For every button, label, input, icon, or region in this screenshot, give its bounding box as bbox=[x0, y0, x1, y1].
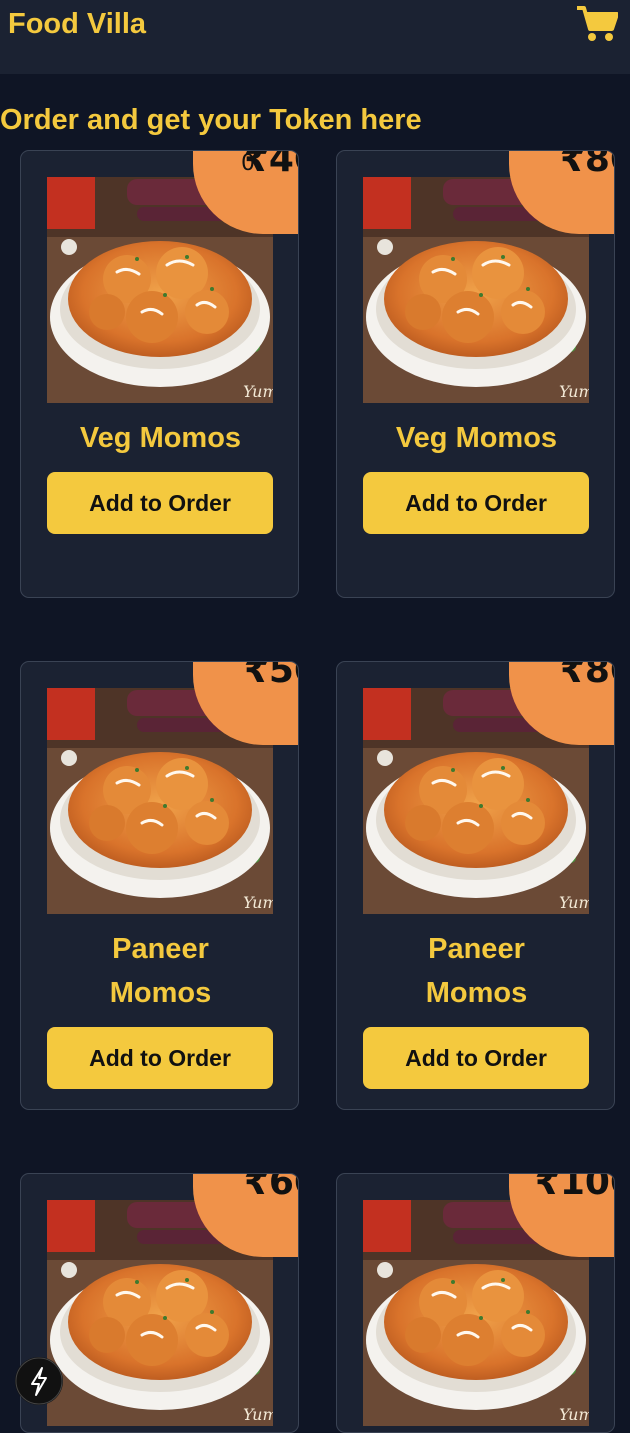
app-header: Food Villa bbox=[0, 0, 630, 74]
svg-text:Yum: Yum bbox=[559, 1405, 589, 1424]
price-label: ₹80 bbox=[559, 661, 614, 691]
item-name: Paneer Momos bbox=[109, 933, 212, 1009]
svg-text:Yum: Yum bbox=[559, 893, 589, 912]
page-headline: Order and get your Token here bbox=[0, 104, 422, 136]
item-name: Veg Momos bbox=[395, 422, 558, 454]
menu-card: Yum ₹50 Paneer Momos Add to Order bbox=[20, 661, 299, 1110]
svg-text:Yum: Yum bbox=[243, 1405, 273, 1424]
brand-title: Food Villa bbox=[8, 8, 147, 40]
svg-text:Yum: Yum bbox=[243, 893, 273, 912]
stray-mark: 0 bbox=[241, 151, 255, 176]
lightning-icon[interactable] bbox=[15, 1357, 63, 1405]
add-to-order-button[interactable]: Add to Order bbox=[47, 472, 273, 534]
price-label: ₹50 bbox=[243, 661, 298, 691]
cart-icon[interactable] bbox=[576, 5, 619, 43]
svg-text:Yum: Yum bbox=[559, 382, 589, 401]
add-to-order-button[interactable]: Add to Order bbox=[47, 1027, 273, 1089]
menu-card: Yum ₹80 Veg Momos Add to Order bbox=[336, 150, 615, 598]
price-label: ₹60 bbox=[243, 1173, 298, 1203]
item-name: Veg Momos bbox=[79, 422, 242, 454]
add-to-order-button[interactable]: Add to Order bbox=[363, 1027, 589, 1089]
svg-text:Yum: Yum bbox=[243, 382, 273, 401]
menu-card: Yum ₹40 0 Veg Momos Add to Order bbox=[20, 150, 299, 598]
menu-card: Yum ₹100 bbox=[336, 1173, 615, 1433]
menu-card: Yum ₹80 Paneer Momos Add to Order bbox=[336, 661, 615, 1110]
add-to-order-button[interactable]: Add to Order bbox=[363, 472, 589, 534]
price-label: ₹100 bbox=[534, 1173, 614, 1203]
price-label: ₹80 bbox=[559, 150, 614, 180]
item-name: Paneer Momos bbox=[425, 933, 528, 1009]
